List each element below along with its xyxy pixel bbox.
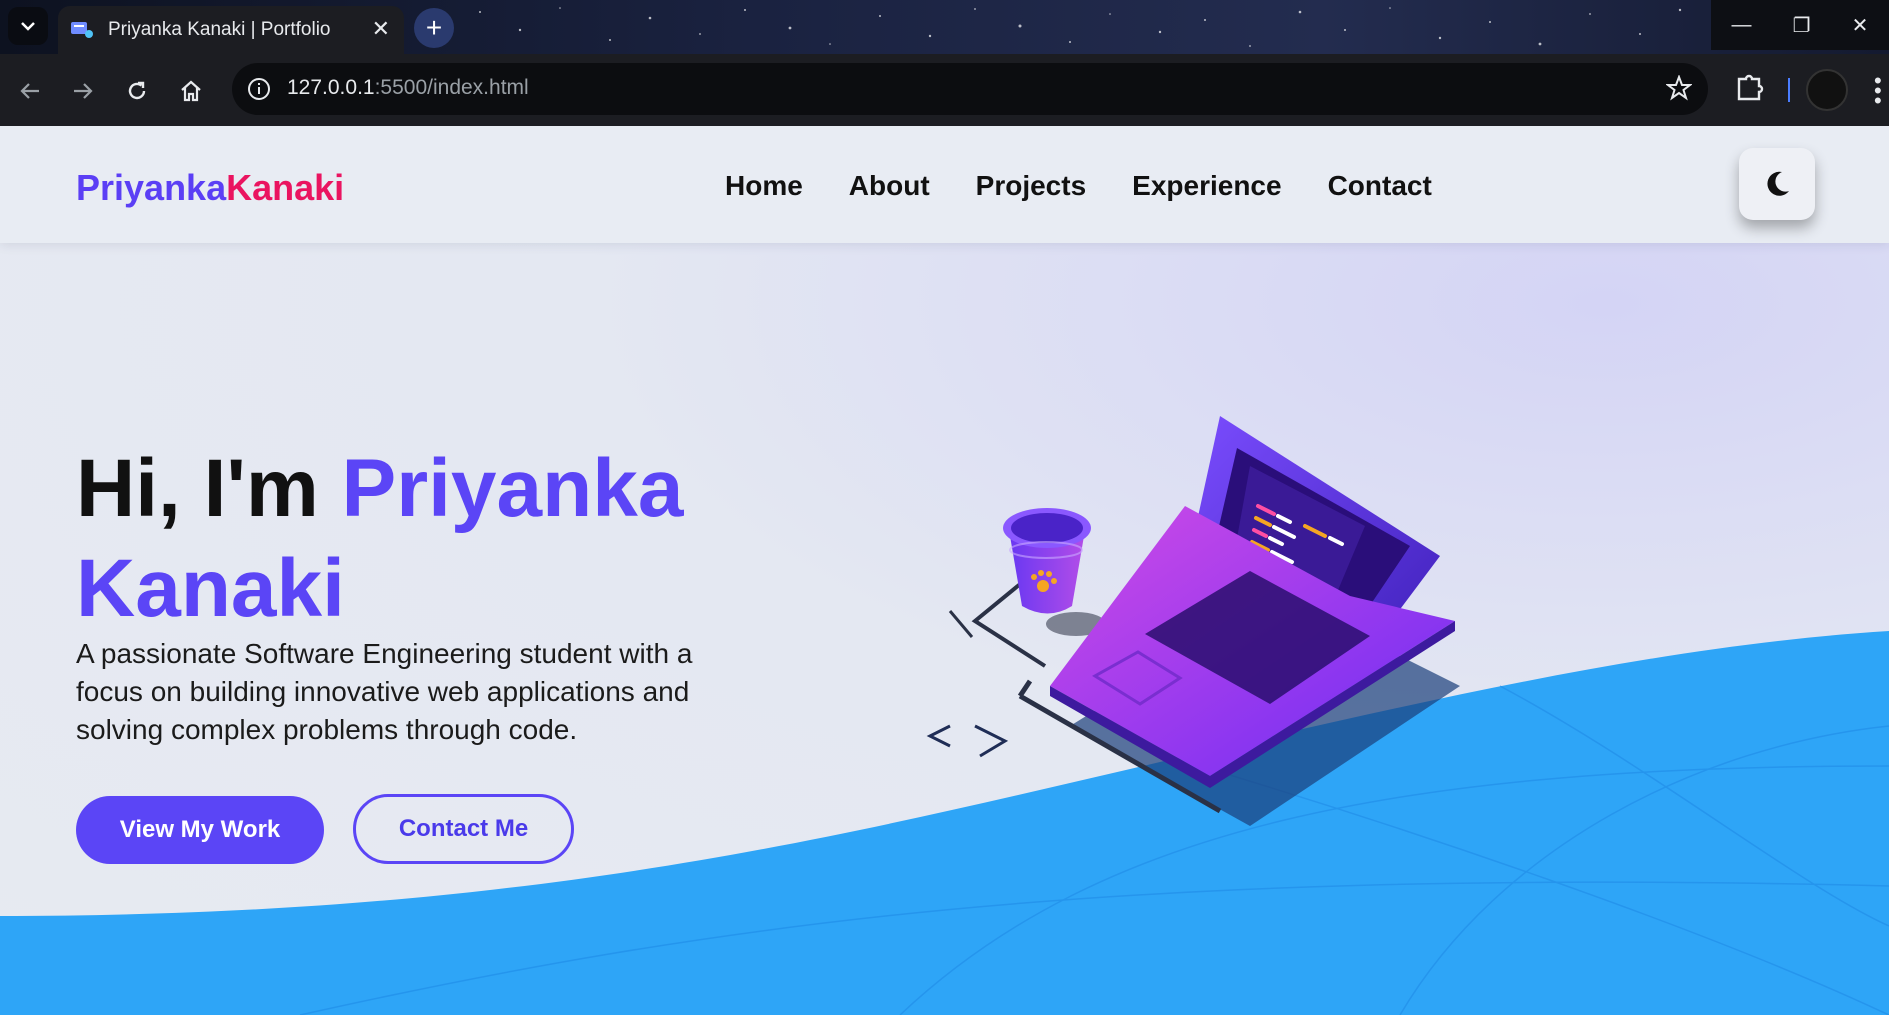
- hero-heading: Hi, I'm Priyanka Kanaki: [76, 439, 716, 639]
- tab-search-button[interactable]: [8, 7, 48, 45]
- forward-button[interactable]: [63, 71, 103, 111]
- theme-toggle-button[interactable]: [1739, 148, 1815, 220]
- extensions-icon[interactable]: [1735, 71, 1765, 110]
- laptop-coffee-illustration: [926, 416, 1460, 826]
- profile-avatar[interactable]: [1806, 69, 1848, 111]
- plus-icon: +: [425, 12, 443, 43]
- main-menu: Home About Projects Experience Contact: [725, 170, 1432, 202]
- view-my-work-button[interactable]: View My Work: [76, 796, 324, 864]
- portfolio-page: PriyankaKanaki Home About Projects Exper…: [0, 126, 1889, 1015]
- url-host: 127.0.0.1: [287, 76, 375, 99]
- window-controls: — ❐ ✕: [1711, 0, 1889, 50]
- chevron-down-icon: [21, 22, 35, 31]
- site-info-icon[interactable]: [244, 74, 274, 104]
- browser-tab-active[interactable]: Priyanka Kanaki | Portfolio ✕: [58, 6, 404, 54]
- minimize-icon[interactable]: —: [1732, 14, 1752, 37]
- nav-experience[interactable]: Experience: [1132, 170, 1281, 202]
- logo-last-name: Kanaki: [226, 167, 345, 208]
- site-logo[interactable]: PriyankaKanaki: [76, 167, 344, 209]
- hero-greeting: Hi, I'm: [76, 443, 342, 534]
- toolbar-divider: [1788, 78, 1790, 102]
- logo-first-name: Priyanka: [76, 167, 227, 208]
- close-window-icon[interactable]: ✕: [1852, 13, 1869, 38]
- moon-icon: [1767, 171, 1789, 196]
- reload-button[interactable]: [117, 71, 157, 111]
- bookmark-star-icon[interactable]: [1665, 74, 1693, 106]
- nav-about[interactable]: About: [849, 170, 930, 202]
- url-text: 127.0.0.1:5500/index.html: [287, 76, 529, 100]
- home-icon: [181, 80, 201, 102]
- new-tab-button[interactable]: +: [414, 8, 454, 48]
- contact-me-button[interactable]: Contact Me: [353, 794, 574, 864]
- arrow-right-icon: [74, 83, 93, 99]
- browser-toolbar: 127.0.0.1:5500/index.html • • •: [0, 54, 1889, 126]
- url-path: :5500/index.html: [374, 76, 529, 99]
- nav-projects[interactable]: Projects: [976, 170, 1087, 202]
- more-options-icon[interactable]: • • •: [1874, 70, 1888, 112]
- tab-title: Priyanka Kanaki | Portfolio: [108, 19, 331, 40]
- home-button[interactable]: [171, 71, 211, 111]
- site-navbar: PriyankaKanaki Home About Projects Exper…: [0, 126, 1889, 243]
- favicon-icon: [71, 22, 93, 38]
- back-button[interactable]: [10, 71, 50, 111]
- browser-tab-strip: Priyanka Kanaki | Portfolio ✕ + — ❐ ✕: [0, 0, 1889, 54]
- restore-icon[interactable]: ❐: [1793, 13, 1811, 38]
- nav-home[interactable]: Home: [725, 170, 803, 202]
- address-bar[interactable]: 127.0.0.1:5500/index.html: [232, 63, 1708, 115]
- close-tab-icon[interactable]: ✕: [372, 18, 390, 40]
- hero-description: A passionate Software Engineering studen…: [76, 638, 693, 745]
- reload-icon: [128, 81, 146, 100]
- arrow-left-icon: [20, 83, 39, 99]
- nav-contact[interactable]: Contact: [1328, 170, 1432, 202]
